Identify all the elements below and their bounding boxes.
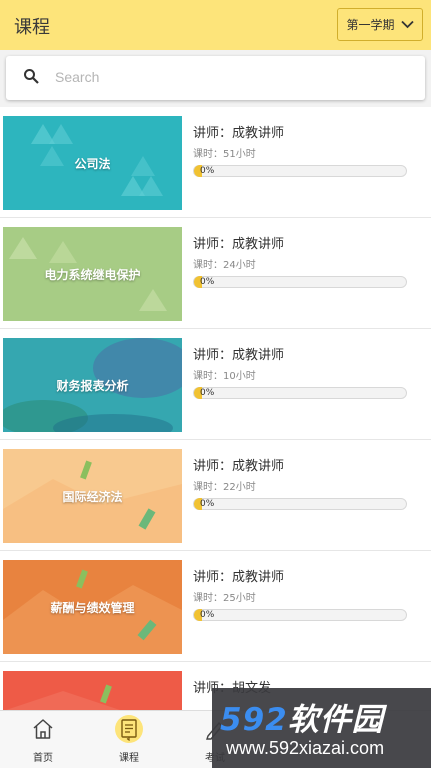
progress-text: 0%	[200, 277, 215, 287]
chevron-down-icon	[400, 20, 414, 29]
course-icon	[121, 719, 137, 741]
course-info: 讲师：成教讲师 课时：24小时 0%	[193, 233, 413, 288]
course-info: 讲师：成教讲师 课时：22小时 0%	[193, 455, 413, 510]
tab-home[interactable]: 首页	[0, 711, 86, 768]
course-teacher: 讲师：成教讲师	[193, 126, 285, 141]
watermark-logo: 592软件园 www.592xiazai.com	[212, 688, 431, 768]
progress-text: 0%	[200, 166, 215, 176]
search-input[interactable]: Search	[6, 56, 425, 100]
course-thumbnail[interactable]: 财务报表分析	[3, 338, 182, 432]
watermark-brand: 592软件园	[220, 694, 384, 739]
progress-bar: 0%	[193, 387, 407, 399]
course-item[interactable]: 薪酬与绩效管理 讲师：成教讲师 课时：25小时 0%	[0, 551, 431, 662]
progress-bar: 0%	[193, 498, 407, 510]
term-select-label: 第一学期	[346, 18, 395, 32]
course-thumb-title: 国际经济法	[62, 489, 123, 504]
course-teacher: 讲师：成教讲师	[193, 459, 285, 474]
course-info: 讲师：成教讲师 课时：25小时 0%	[193, 566, 413, 621]
course-item[interactable]: 公司法 讲师：成教讲师 课时：51小时 0%	[0, 107, 431, 218]
course-teacher: 讲师：成教讲师	[193, 348, 285, 363]
progress-bar: 0%	[193, 276, 407, 288]
course-thumbnail[interactable]: 公司法	[3, 116, 182, 210]
course-hours: 课时：25小时	[193, 593, 256, 604]
search-placeholder: Search	[55, 69, 100, 85]
header-bar: 课程 第一学期	[0, 0, 431, 50]
course-info: 讲师：成教讲师 课时：51小时 0%	[193, 122, 413, 177]
watermark-url: www.592xiazai.com	[226, 738, 385, 758]
course-hours: 课时：22小时	[193, 482, 256, 493]
progress-text: 0%	[200, 388, 215, 398]
search-icon	[24, 69, 39, 84]
progress-bar: 0%	[193, 165, 407, 177]
watermark-brand-text: 软件园	[287, 702, 384, 738]
tab-course[interactable]: 课程	[86, 711, 172, 768]
term-select[interactable]: 第一学期	[337, 8, 423, 41]
course-list: 公司法 讲师：成教讲师 课时：51小时 0% 电力系统继电保护 讲师：成教讲师 …	[0, 107, 431, 710]
search-area: Search	[0, 50, 431, 107]
course-teacher: 讲师：成教讲师	[193, 237, 285, 252]
course-hours: 课时：51小时	[193, 149, 256, 160]
tab-home-label: 首页	[33, 753, 53, 764]
course-thumbnail[interactable]: 国际经济法	[3, 449, 182, 543]
tab-course-label: 课程	[119, 753, 139, 764]
course-thumb-title: 薪酬与绩效管理	[50, 600, 135, 615]
course-item[interactable]: 电力系统继电保护 讲师：成教讲师 课时：24小时 0%	[0, 218, 431, 329]
home-icon	[33, 719, 53, 739]
progress-text: 0%	[200, 610, 215, 620]
course-teacher: 讲师：成教讲师	[193, 570, 285, 585]
course-thumb-title	[3, 671, 182, 710]
course-hours: 课时：24小时	[193, 260, 256, 271]
course-item[interactable]: 财务报表分析 讲师：成教讲师 课时：10小时 0%	[0, 329, 431, 440]
progress-text: 0%	[200, 499, 215, 509]
page-title: 课程	[14, 17, 50, 38]
course-thumbnail[interactable]: 薪酬与绩效管理	[3, 560, 182, 654]
course-thumbnail[interactable]: 电力系统继电保护	[3, 227, 182, 321]
course-info: 讲师：成教讲师 课时：10小时 0%	[193, 344, 413, 399]
course-hours: 课时：10小时	[193, 371, 256, 382]
course-thumb-title: 财务报表分析	[56, 378, 129, 393]
course-thumb-title: 电力系统继电保护	[44, 267, 141, 282]
course-thumb-title: 公司法	[74, 156, 111, 171]
watermark-brand-number: 592	[220, 702, 288, 738]
course-item[interactable]: 国际经济法 讲师：成教讲师 课时：22小时 0%	[0, 440, 431, 551]
course-thumbnail[interactable]	[3, 671, 182, 710]
progress-bar: 0%	[193, 609, 407, 621]
